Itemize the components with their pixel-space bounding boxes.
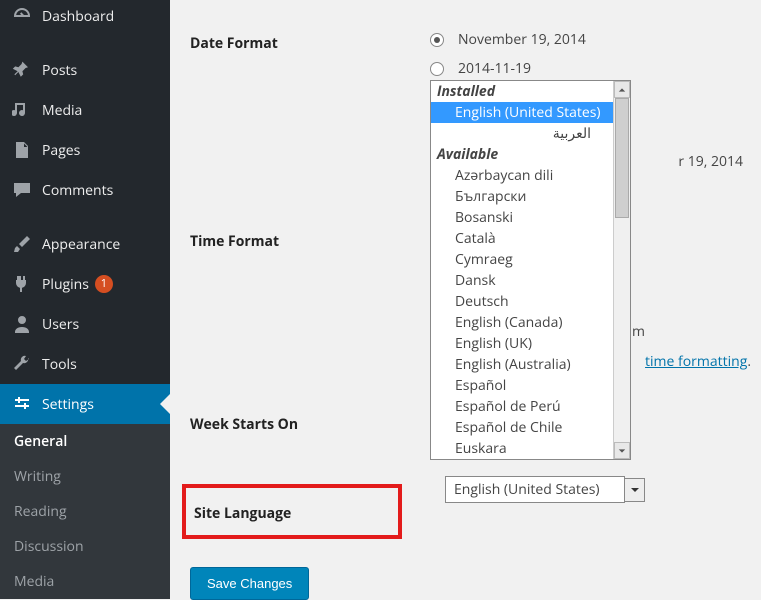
sidebar-item-pages[interactable]: Pages [0, 130, 170, 170]
dashboard-icon [12, 6, 32, 26]
language-option[interactable]: Bosanski [431, 207, 615, 228]
admin-sidebar: Dashboard Posts Media Pages Comments App… [0, 0, 170, 574]
scroll-down-button[interactable] [614, 442, 630, 459]
date-format-radio-2[interactable] [430, 62, 444, 76]
date-format-label: Date Format [190, 30, 430, 53]
sidebar-label: Tools [42, 355, 77, 374]
language-option[interactable]: العربية [431, 123, 615, 144]
sidebar-sub-discussion[interactable]: Discussion [0, 529, 170, 564]
sidebar-item-media[interactable]: Media [0, 90, 170, 130]
language-option[interactable]: Euskara [431, 438, 615, 459]
scrollbar-thumb[interactable] [615, 98, 629, 218]
sidebar-item-dashboard[interactable]: Dashboard [0, 0, 170, 36]
comment-icon [12, 180, 32, 200]
sliders-icon [12, 394, 32, 414]
wrench-icon [12, 354, 32, 374]
site-language-select[interactable]: English (United States) [445, 476, 645, 503]
chevron-down-icon [618, 447, 626, 455]
sidebar-label: Appearance [42, 235, 120, 254]
language-option[interactable]: English (Australia) [431, 354, 615, 375]
brush-icon [12, 234, 32, 254]
language-option[interactable]: Български [431, 186, 615, 207]
dropdown-group-installed: Installed [431, 81, 615, 102]
site-language-value: English (United States) [445, 476, 625, 503]
page-icon [12, 140, 32, 160]
sidebar-label: Settings [42, 395, 94, 414]
language-option[interactable]: English (UK) [431, 333, 615, 354]
date-format-option-2: 2014-11-19 [458, 59, 531, 78]
language-option[interactable]: English (Canada) [431, 312, 615, 333]
language-option[interactable]: Español de Perú [431, 396, 615, 417]
language-option[interactable]: Azərbaycan dili [431, 165, 615, 186]
site-language-highlight: Site Language [182, 484, 402, 539]
language-option[interactable]: Dansk [431, 270, 615, 291]
partial-date-text: r 19, 2014 [678, 152, 743, 171]
sidebar-label: Pages [42, 141, 80, 160]
scrollbar-track[interactable] [614, 98, 630, 442]
sidebar-sub-media[interactable]: Media [0, 564, 170, 599]
sidebar-label: Users [42, 315, 79, 334]
time-formatting-doc-link: time formatting. [645, 352, 751, 371]
date-format-radio-1[interactable] [430, 33, 444, 47]
scroll-up-button[interactable] [614, 81, 630, 98]
sidebar-item-settings[interactable]: Settings [0, 384, 170, 424]
language-option[interactable]: English (United States) [431, 102, 615, 123]
week-starts-label: Week Starts On [190, 411, 430, 434]
sidebar-sub-reading[interactable]: Reading [0, 494, 170, 529]
partial-time-text: m [632, 322, 645, 341]
language-option[interactable]: Deutsch [431, 291, 615, 312]
plugin-icon [12, 274, 32, 294]
dropdown-scrollbar[interactable] [613, 81, 630, 459]
site-language-label: Site Language [194, 500, 390, 523]
sidebar-item-appearance[interactable]: Appearance [0, 224, 170, 264]
sidebar-label: Comments [42, 181, 113, 200]
sidebar-label: Dashboard [42, 7, 114, 26]
date-format-option-1: November 19, 2014 [458, 30, 586, 49]
language-option[interactable]: Español de Chile [431, 417, 615, 438]
time-format-label: Time Format [190, 228, 430, 251]
dropdown-group-available: Available [431, 144, 615, 165]
language-dropdown: InstalledEnglish (United States)العربيةA… [430, 80, 631, 460]
sidebar-label: Posts [42, 61, 77, 80]
sidebar-item-plugins[interactable]: Plugins 1 [0, 264, 170, 304]
sidebar-item-posts[interactable]: Posts [0, 50, 170, 90]
language-option[interactable]: Español [431, 375, 615, 396]
sidebar-sub-general[interactable]: General [0, 424, 170, 459]
language-option[interactable]: Català [431, 228, 615, 249]
language-option[interactable]: Cymraeg [431, 249, 615, 270]
user-icon [12, 314, 32, 334]
media-icon [12, 100, 32, 120]
chevron-up-icon [618, 86, 626, 94]
sidebar-label: Media [42, 101, 82, 120]
save-changes-button[interactable]: Save Changes [190, 567, 309, 600]
select-dropdown-button[interactable] [625, 478, 645, 502]
pin-icon [12, 60, 32, 80]
sidebar-sub-writing[interactable]: Writing [0, 459, 170, 494]
sidebar-label: Plugins [42, 275, 89, 294]
chevron-down-icon [630, 485, 640, 495]
time-formatting-link[interactable]: time formatting [645, 352, 747, 371]
update-badge: 1 [95, 275, 113, 293]
sidebar-item-comments[interactable]: Comments [0, 170, 170, 210]
sidebar-item-tools[interactable]: Tools [0, 344, 170, 384]
sidebar-item-users[interactable]: Users [0, 304, 170, 344]
